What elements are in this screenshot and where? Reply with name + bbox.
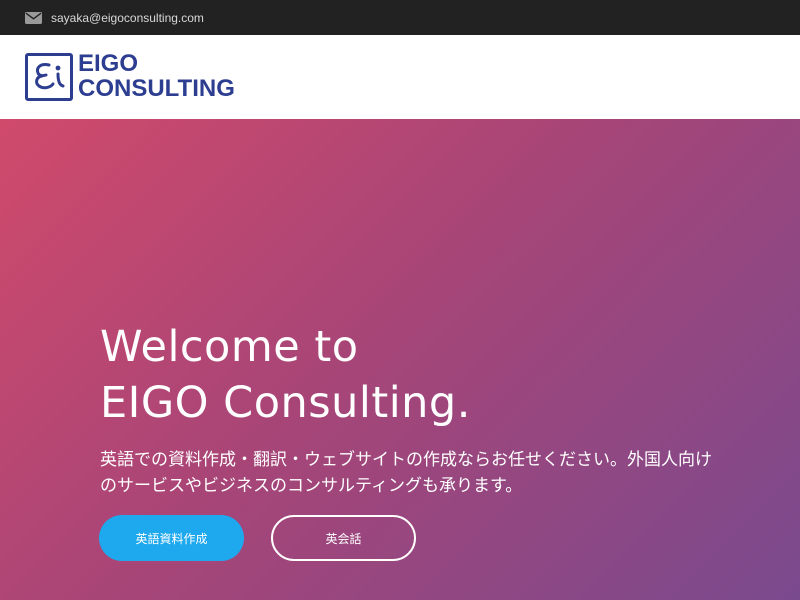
contact-email-link[interactable]: sayaka@eigoconsulting.com <box>51 11 204 25</box>
logo-text-line2: CONSULTING <box>78 75 235 102</box>
english-documents-button[interactable]: 英語資料作成 <box>99 515 244 561</box>
logo-mark-icon <box>25 52 73 101</box>
english-conversation-button[interactable]: 英会話 <box>271 515 416 561</box>
brand-logo[interactable]: EIGO CONSULTING <box>25 52 235 101</box>
envelope-icon <box>25 11 42 24</box>
hero-description: 英語での資料作成・翻訳・ウェブサイトの作成ならお任せください。外国人向けのサービ… <box>100 450 712 496</box>
top-bar: sayaka@eigoconsulting.com <box>0 0 800 35</box>
hero-title: Welcome to EIGO Consulting. <box>100 319 471 431</box>
hero-title-line1: Welcome to <box>100 322 359 372</box>
logo-text-line1: EIGO <box>78 50 139 77</box>
logo-text: EIGO CONSULTING <box>78 52 235 101</box>
hero-section: Welcome to EIGO Consulting. 英語での資料作成・翻訳・… <box>0 119 800 600</box>
site-header: EIGO CONSULTING <box>0 35 800 119</box>
hero-title-line2: EIGO Consulting. <box>100 378 471 428</box>
